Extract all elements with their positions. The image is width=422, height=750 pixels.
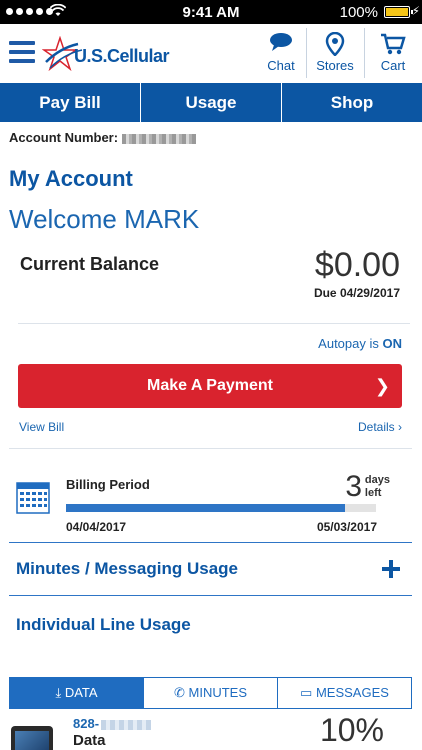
billing-start-date: 04/04/2017	[66, 520, 127, 534]
stores-button[interactable]: Stores	[306, 24, 364, 83]
tab-messages-label: MESSAGES	[315, 685, 389, 700]
details-link[interactable]: Details ›	[358, 420, 402, 434]
redacted-line-number	[101, 719, 152, 730]
account-number-label: Account Number:	[9, 130, 119, 145]
chat-button[interactable]: Chat	[252, 24, 310, 83]
welcome-message: Welcome MARK	[9, 204, 200, 234]
divider	[18, 323, 410, 324]
view-bill-link[interactable]: View Bill	[19, 420, 64, 434]
tab-messages[interactable]: ▭ MESSAGES	[278, 678, 411, 708]
cart-icon	[381, 33, 406, 55]
current-balance-label: Current Balance	[20, 254, 160, 274]
device-image	[11, 726, 53, 750]
make-payment-button[interactable]: Make A Payment ❯	[18, 364, 402, 408]
tab-shop[interactable]: Shop	[282, 83, 422, 122]
minutes-messaging-usage-header[interactable]: Minutes / Messaging Usage	[16, 559, 238, 579]
phone-icon: ✆	[173, 685, 185, 700]
main-tab-bar: Pay Bill Usage Shop	[0, 83, 422, 122]
billing-period-label: Billing Period	[66, 477, 150, 492]
battery-percent: 100%	[339, 4, 378, 21]
tab-minutes[interactable]: ✆ MINUTES	[144, 678, 278, 708]
divider	[9, 542, 412, 543]
autopay-state: ON	[382, 336, 403, 351]
individual-line-usage-header: Individual Line Usage	[16, 615, 191, 634]
stores-label: Stores	[316, 58, 354, 73]
make-payment-label: Make A Payment	[147, 377, 273, 394]
line-number[interactable]: 828-	[73, 716, 152, 731]
location-pin-icon	[325, 32, 345, 56]
calendar-icon	[16, 482, 50, 514]
redacted-account-number	[122, 133, 197, 144]
chat-label: Chat	[267, 58, 295, 73]
logo-text: U.S.Cellular	[74, 46, 170, 66]
menu-icon[interactable]	[9, 41, 35, 63]
cart-label: Cart	[380, 58, 406, 73]
days-left-unit-days: days	[364, 474, 390, 486]
page-title: My Account	[9, 166, 133, 191]
cart-button[interactable]: Cart	[364, 24, 422, 83]
tab-usage[interactable]: Usage	[141, 83, 282, 122]
account-number: Account Number:	[9, 130, 197, 145]
current-balance-amount: $0.00	[314, 246, 400, 284]
billing-progress-fill	[66, 504, 345, 512]
autopay-status: Autopay is ON	[318, 336, 402, 351]
chevron-right-icon: ❯	[374, 376, 390, 396]
divider	[9, 595, 412, 596]
tab-data-label: DATA	[64, 685, 98, 700]
expand-plus-icon[interactable]	[382, 560, 400, 578]
download-icon: ⤓	[55, 685, 62, 700]
billing-progress-bar	[66, 504, 376, 512]
app-header: U.S.Cellular Chat Stores Cart	[0, 24, 422, 83]
due-date: Due 04/29/2017	[313, 286, 400, 300]
charging-bolt-icon: ⚡	[411, 4, 420, 18]
line-usage-type: Data	[73, 732, 106, 749]
tab-minutes-label: MINUTES	[188, 685, 248, 700]
days-left-number: 3	[345, 470, 362, 503]
line-number-prefix: 828-	[73, 716, 100, 731]
line-usage-percent: 10%	[319, 712, 384, 748]
battery-icon	[384, 6, 413, 18]
tab-pay-bill[interactable]: Pay Bill	[0, 83, 141, 122]
chat-icon	[270, 33, 292, 51]
status-bar: 9:41 AM 100% ⚡	[0, 0, 422, 24]
billing-end-date: 05/03/2017	[316, 520, 377, 534]
days-left-unit: days left	[365, 474, 390, 500]
divider	[9, 448, 412, 449]
days-left-unit-left: left	[364, 487, 382, 499]
tab-data[interactable]: ⤓ DATA	[10, 678, 144, 708]
usage-type-tabs: ⤓ DATA ✆ MINUTES ▭ MESSAGES	[9, 677, 412, 709]
message-icon: ▭	[300, 685, 313, 700]
autopay-prefix: Autopay is	[318, 336, 379, 351]
